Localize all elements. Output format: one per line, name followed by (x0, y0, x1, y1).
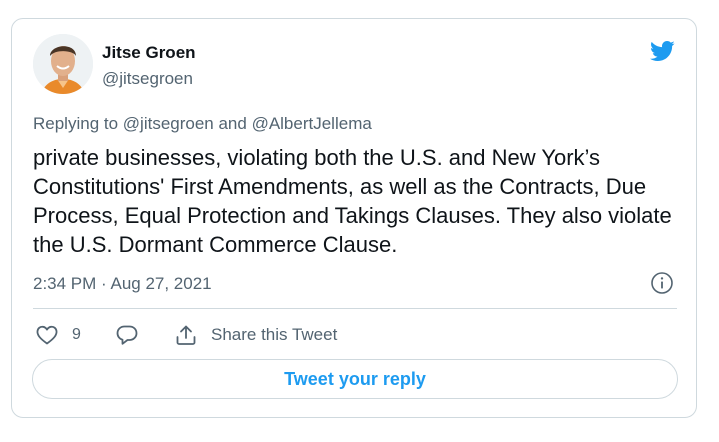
author-name[interactable]: Jitse Groen (102, 43, 196, 63)
replying-conjunction: and (213, 114, 252, 133)
reply-button-label: Tweet your reply (284, 368, 426, 389)
tweet-text: private businesses, violating both the U… (33, 145, 672, 257)
divider (33, 308, 677, 309)
like-button[interactable]: 9 (35, 320, 81, 350)
share-label: Share this Tweet (211, 325, 338, 344)
share-icon (174, 323, 198, 347)
info-icon[interactable] (650, 271, 674, 295)
twitter-bird-icon[interactable] (647, 38, 677, 64)
author-handle[interactable]: @jitsegroen (102, 69, 193, 89)
avatar[interactable] (33, 34, 93, 94)
like-count: 9 (72, 326, 81, 343)
share-button[interactable]: Share this Tweet (174, 320, 337, 350)
heart-icon (35, 323, 59, 347)
tweet-your-reply-button[interactable]: Tweet your reply (32, 359, 678, 399)
replying-prefix: Replying to (33, 114, 123, 133)
replying-to-line: Replying to @jitsegroen and @AlbertJelle… (33, 114, 372, 134)
speech-bubble-icon (115, 323, 139, 347)
replying-to-link-1[interactable]: @jitsegroen (123, 114, 214, 133)
replying-to-link-2[interactable]: @AlbertJellema (252, 114, 372, 133)
tweet-card: Jitse Groen @jitsegroen Replying to @jit… (11, 18, 697, 418)
tweet-timestamp[interactable]: 2:34 PM · Aug 27, 2021 (33, 274, 212, 294)
avatar-photo (33, 34, 93, 94)
reply-button[interactable] (115, 320, 139, 350)
